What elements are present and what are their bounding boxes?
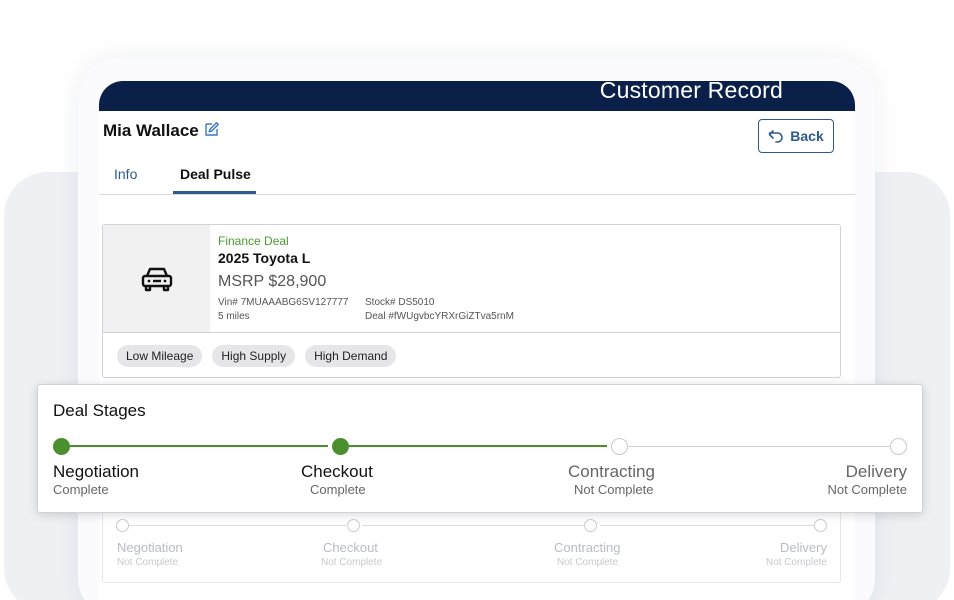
stage-track-negotiation-checkout <box>70 445 328 447</box>
background-stage-dot <box>584 519 597 532</box>
page-title: Customer Record <box>599 81 783 103</box>
vehicle-tags: Low Mileage High Supply High Demand <box>117 345 397 367</box>
deal-stages-title: Deal Stages <box>53 401 146 420</box>
stage-status-checkout: Complete <box>310 482 366 497</box>
vehicle-mileage: 5 miles <box>218 311 250 322</box>
back-arrow-icon <box>768 130 784 143</box>
stage-dot-delivery[interactable] <box>890 438 907 455</box>
customer-name: Mia Wallace <box>103 121 199 140</box>
background-stage-track <box>362 525 585 526</box>
background-stage-status: Not Complete <box>557 557 619 568</box>
back-button[interactable]: Back <box>758 119 834 153</box>
tab-info[interactable]: Info <box>114 166 137 182</box>
vehicle-name: 2025 Toyota L <box>218 250 311 266</box>
background-deal-stages: Negotiation Not Complete Checkout Not Co… <box>102 509 841 583</box>
background-stage-dot <box>116 519 129 532</box>
card-divider <box>103 332 840 333</box>
tag-high-demand: High Demand <box>305 345 397 367</box>
background-stage-name: Checkout <box>323 540 378 555</box>
stage-name-delivery: Delivery <box>845 462 907 481</box>
background-stage-name: Contracting <box>554 540 621 555</box>
stage-track-contracting-delivery <box>628 446 890 447</box>
stage-name-checkout: Checkout <box>301 462 373 481</box>
stage-name-negotiation: Negotiation <box>53 462 140 481</box>
vehicle-vin: Vin# 7MUAAABG6SV127777 <box>218 297 349 308</box>
background-stage-track <box>600 525 816 526</box>
background-stage-track <box>129 525 346 526</box>
stage-dot-checkout[interactable] <box>332 438 349 455</box>
background-stage-name: Delivery <box>780 540 827 555</box>
background-stage-dot <box>347 519 360 532</box>
deal-stages-panel: Deal Stages Negotiation Complete Checkou… <box>37 384 923 513</box>
background-stage-name: Negotiation <box>117 540 183 555</box>
vehicle-msrp: MSRP $28,900 <box>218 273 327 290</box>
customer-record-screen: Customer Record Mia Wallace Back Info De… <box>99 81 855 600</box>
deal-number: Deal #fWUgvbcYRXrGiZTva5rnM <box>365 311 514 322</box>
background-stage-dot <box>814 519 827 532</box>
deal-type: Finance Deal <box>218 234 289 248</box>
car-thumbnail <box>103 225 210 332</box>
tag-high-supply: High Supply <box>212 345 296 367</box>
background-stage-status: Not Complete <box>117 557 179 568</box>
background-stage-status: Not Complete <box>321 557 383 568</box>
stage-status-contracting: Not Complete <box>574 482 654 497</box>
stage-track-checkout-contracting <box>349 445 607 447</box>
tabs-divider <box>99 194 855 195</box>
car-icon <box>141 267 172 291</box>
stage-dot-contracting[interactable] <box>611 438 628 455</box>
background-stage-status: Not Complete <box>765 557 827 568</box>
stage-name-contracting: Contracting <box>568 462 655 481</box>
back-button-label: Back <box>790 128 824 144</box>
vehicle-stock: Stock# DS5010 <box>365 297 435 308</box>
header-bar: Customer Record <box>99 81 855 111</box>
stage-dot-negotiation[interactable] <box>53 438 70 455</box>
pencil-icon[interactable] <box>204 121 220 137</box>
stage-status-negotiation: Complete <box>53 482 109 497</box>
tab-deal-pulse[interactable]: Deal Pulse <box>180 166 251 182</box>
tag-low-mileage: Low Mileage <box>117 345 203 367</box>
vehicle-card[interactable]: Finance Deal 2025 Toyota L MSRP $28,900 … <box>102 224 841 378</box>
stage-status-delivery: Not Complete <box>827 482 907 497</box>
